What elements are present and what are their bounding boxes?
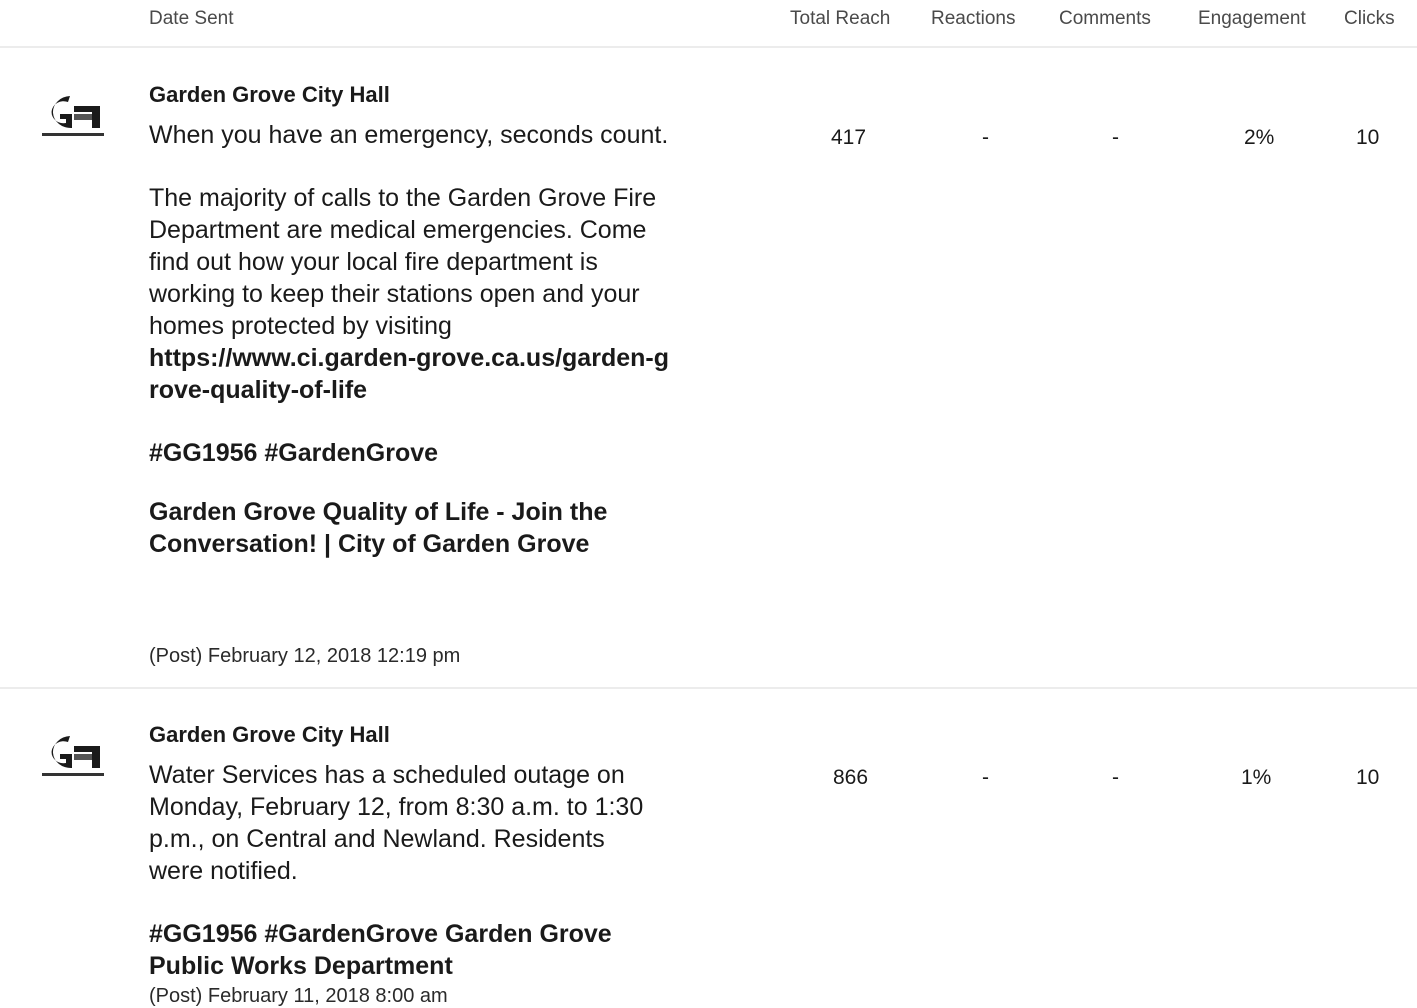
post-body: Water Services has a scheduled outage on… [149, 759, 654, 982]
header-engagement[interactable]: Engagement [1198, 8, 1306, 30]
post-link[interactable]: https://www.ci.garden-grove.ca.us/garden… [149, 342, 669, 406]
post-hashtags[interactable]: #GG1956 #GardenGrove [149, 437, 669, 469]
metric-comments: - [1112, 126, 1119, 149]
metric-total-reach: 866 [833, 766, 869, 789]
post-date: (Post) February 11, 2018 8:00 am [149, 985, 448, 1007]
metric-engagement: 1% [1241, 766, 1272, 789]
post-body: When you have an emergency, seconds coun… [149, 119, 669, 560]
header-date-sent[interactable]: Date Sent [149, 8, 234, 30]
metric-engagement: 2% [1244, 126, 1275, 149]
post-text: Water Services has a scheduled outage on… [149, 761, 644, 885]
post-text: The majority of calls to the Garden Grov… [149, 184, 657, 340]
post-date: (Post) February 12, 2018 12:19 pm [149, 645, 461, 667]
post-author[interactable]: Garden Grove City Hall [149, 82, 390, 108]
metric-clicks: 10 [1356, 126, 1380, 149]
post-author[interactable]: Garden Grove City Hall [149, 722, 390, 748]
post-text: When you have an emergency, seconds coun… [149, 121, 669, 149]
header-total-reach[interactable]: Total Reach [790, 8, 890, 30]
table-header: Date Sent Total Reach Reactions Comments… [0, 0, 1417, 48]
row-divider [0, 687, 1417, 689]
metric-clicks: 10 [1356, 766, 1380, 789]
header-clicks[interactable]: Clicks [1344, 8, 1395, 30]
post-hashtags[interactable]: #GG1956 #GardenGrove Garden Grove Public… [149, 918, 654, 982]
header-reactions[interactable]: Reactions [931, 8, 1016, 30]
metric-comments: - [1112, 766, 1119, 789]
metric-total-reach: 417 [831, 126, 867, 149]
garden-grove-logo-icon [40, 732, 106, 782]
header-comments[interactable]: Comments [1059, 8, 1151, 30]
garden-grove-logo-icon [40, 92, 106, 142]
metric-reactions: - [982, 126, 989, 149]
metric-reactions: - [982, 766, 989, 789]
post-link-title[interactable]: Garden Grove Quality of Life - Join the … [149, 496, 669, 560]
